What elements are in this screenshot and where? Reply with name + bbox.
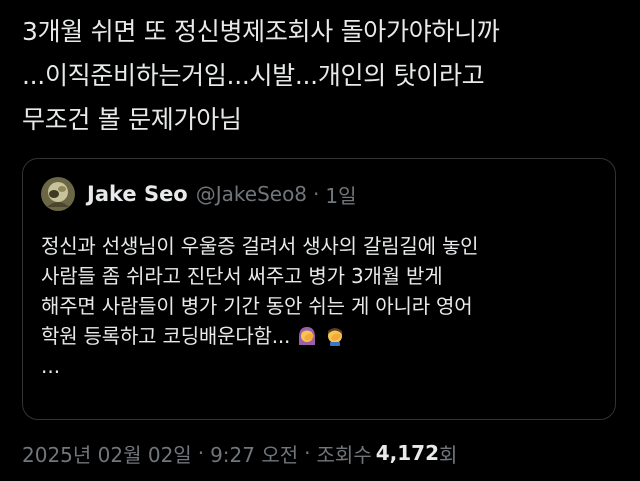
post-time[interactable]: 9:27 오전 [210,439,298,468]
author-name[interactable]: Jake Seo [87,182,188,206]
quote-line: 정신과 선생님이 우울증 걸려서 생사의 갈림길에 놓인 [41,231,601,261]
dot-separator: · [197,441,205,465]
quote-line-text: 정신과 선생님이 우울증 걸려서 생사의 갈림길에 놓인 [41,234,479,258]
quote-line: 학원 등록하고 코딩배운다함... [41,321,601,351]
tweet-meta: 2025년 02월 02일 · 9:27 오전 · 조회수 4,172 회 [22,436,457,470]
tweet-line: ...이직준비하는거임...시발...개인의 탓이라고 [22,61,485,90]
author-handle[interactable]: @JakeSeo8 [196,182,307,206]
man-facepalming-emoji [328,328,343,346]
tweet-line: 무조건 볼 문제가아님 [22,105,242,134]
quote-line: 사람들 좀 쉬라고 진단서 써주고 병가 3개월 받게 [41,261,601,291]
quoted-tweet-body: 정신과 선생님이 우울증 걸려서 생사의 갈림길에 놓인 사람들 좀 쉬라고 진… [41,231,601,381]
views-count: 4,172 [375,441,439,465]
woman-facepalming-emoji [299,327,316,345]
truncation-ellipsis: ... [41,354,61,378]
tweet-line: 3개월 쉬면 또 정신병제조회사 돌아가야하니까 [22,17,500,46]
quote-line: 해주면 사람들이 병가 기간 동안 쉬는 게 아니라 영어 [41,291,601,321]
avatar[interactable] [41,177,75,211]
dot-separator: · [313,182,320,206]
quote-line-text: 해주면 사람들이 병가 기간 동안 쉬는 게 아니라 영어 [41,294,473,318]
quoted-tweet-card[interactable]: Jake Seo @JakeSeo8 · 1일 정신과 선생님이 우울증 걸려서… [22,158,616,420]
dot-separator: · [304,441,311,465]
quoted-tweet-header: Jake Seo @JakeSeo8 · 1일 [41,177,357,211]
avatar-image [41,177,75,211]
views-unit: 회 [438,442,458,467]
quote-line-text: 학원 등록하고 코딩배운다함... [41,324,291,348]
quote-line-text: 사람들 좀 쉬라고 진단서 써주고 병가 3개월 받게 [41,264,443,288]
tweet-text: 3개월 쉬면 또 정신병제조회사 돌아가야하니까 ...이직준비하는거임...시… [22,10,622,142]
post-age[interactable]: 1일 [325,180,356,209]
views-label: 조회수 [316,442,372,467]
post-date[interactable]: 2025년 02월 02일 [22,439,192,468]
